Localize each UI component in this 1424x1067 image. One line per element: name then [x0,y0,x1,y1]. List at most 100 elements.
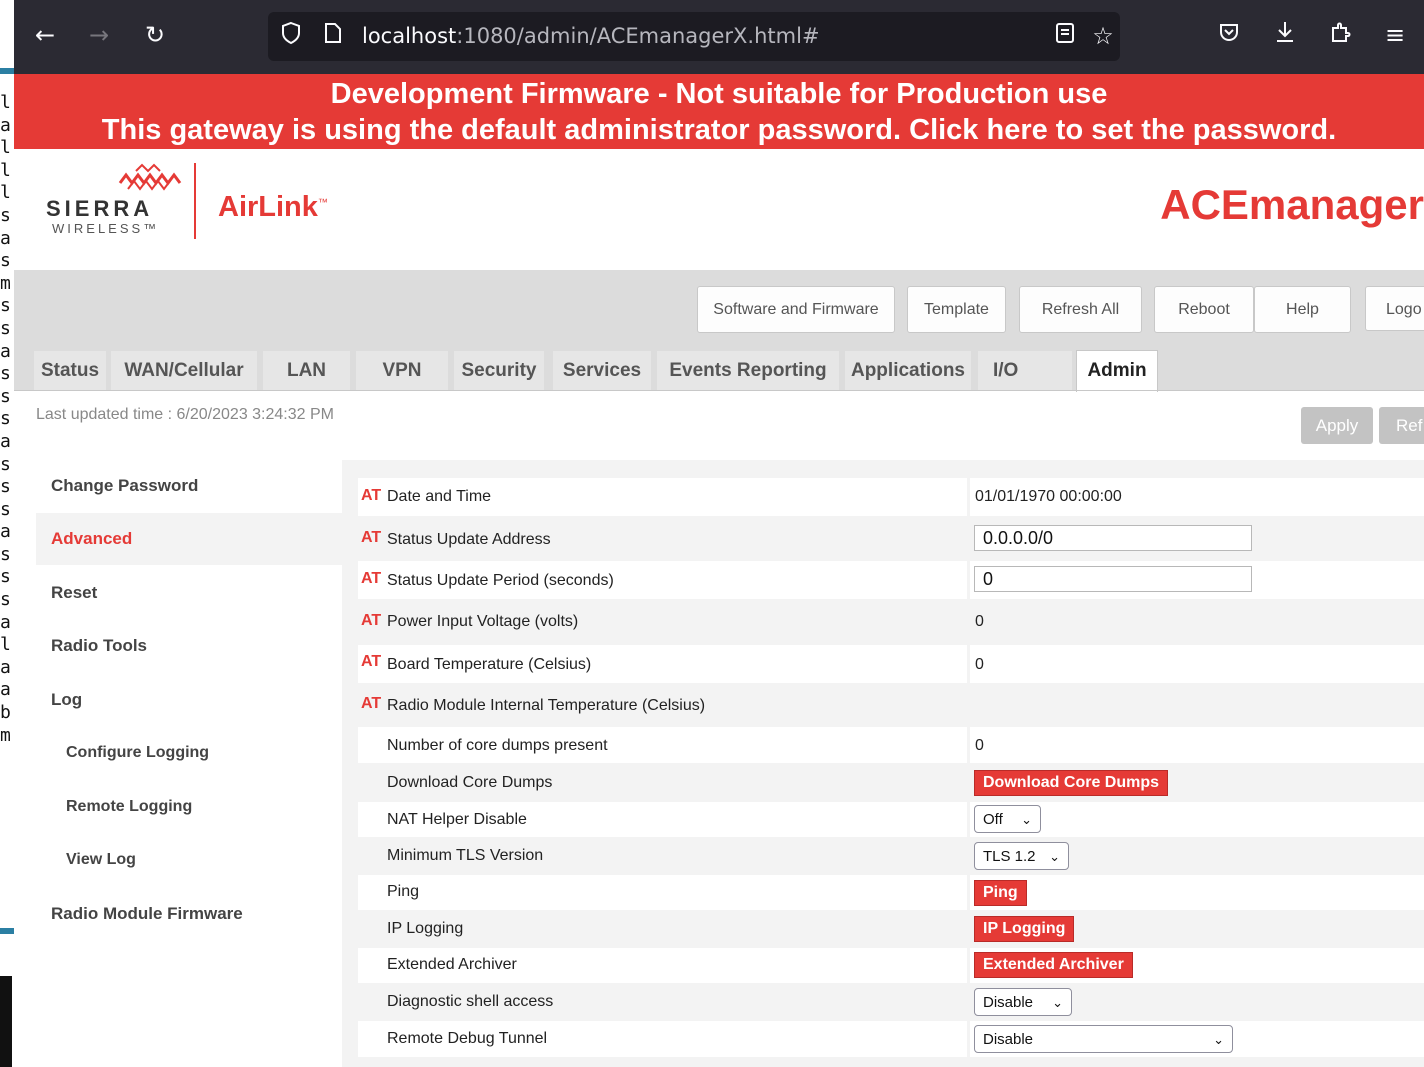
browser-toolbar: ← → ↻ localhost:1080/admin/ACEmanagerX.h… [14,0,1424,74]
logo-divider [194,163,196,239]
nat-helper-select[interactable]: Off ⌄ [974,805,1041,833]
help-button[interactable]: Help [1254,286,1351,333]
sierra-logo-text: SIERRA [46,196,154,221]
tab-applications[interactable]: Applications [845,351,971,391]
menu-reset[interactable]: Reset [36,567,342,619]
at-command-marker: AT [361,529,382,546]
label-date-time: Date and Time [387,488,492,505]
ip-logging-button[interactable]: IP Logging [974,916,1075,942]
label-diagnostic-shell: Diagnostic shell access [387,993,554,1010]
template-button[interactable]: Template [907,286,1006,333]
main-toolbar: Software and Firmware Template Refresh A… [14,270,1424,392]
tab-vpn[interactable]: VPN [356,351,448,391]
at-command-marker: AT [361,612,382,629]
tab-io[interactable]: I/O [978,351,1072,391]
airlink-logo-text: AirLink [218,191,318,223]
status-update-address-input[interactable] [974,525,1252,551]
sierra-wireless-logo-icon [118,163,182,191]
address-bar[interactable]: localhost:1080/admin/ACEmanagerX.html# ☆ [268,12,1120,61]
dev-firmware-warning: Development Firmware - Not suitable for … [330,78,1108,110]
tab-wan-cellular[interactable]: WAN/Cellular [111,351,257,391]
downloads-icon[interactable] [1270,20,1300,50]
remote-debug-tunnel-value: Disable [983,1031,1034,1048]
tab-admin[interactable]: Admin [1076,350,1158,392]
chevron-down-icon: ⌄ [1213,1032,1224,1047]
back-icon[interactable]: ← [30,20,60,50]
refresh-all-button[interactable]: Refresh All [1019,286,1142,333]
at-command-marker: AT [361,653,382,670]
warning-banner[interactable]: Development Firmware - Not suitable for … [14,74,1424,149]
tab-services[interactable]: Services [553,351,651,391]
value-board-temperature: 0 [975,656,984,673]
shield-icon[interactable] [276,21,306,51]
label-core-dumps-count: Number of core dumps present [387,737,608,754]
label-remote-debug-tunnel: Remote Debug Tunnel [387,1030,548,1047]
apply-button[interactable]: Apply [1301,407,1373,444]
diagnostic-shell-select[interactable]: Disable ⌄ [974,988,1072,1016]
at-command-marker: AT [361,570,382,587]
menu-log[interactable]: Log [36,674,342,726]
diagnostic-shell-value: Disable [983,994,1034,1011]
software-firmware-button[interactable]: Software and Firmware [697,286,895,333]
airlink-trademark: ™ [317,197,328,209]
remote-debug-tunnel-select[interactable]: Disable ⌄ [974,1025,1233,1053]
tab-status[interactable]: Status [34,351,106,391]
url-text[interactable]: localhost:1080/admin/ACEmanagerX.html# [362,24,820,48]
default-password-warning[interactable]: This gateway is using the default admini… [14,112,1424,149]
terminal-bar [0,928,14,934]
header-logos: SIERRA WIRELESS™ AirLink™ ACEmanager [14,149,1424,270]
menu-radio-tools[interactable]: Radio Tools [36,620,342,672]
logout-button[interactable]: Logo [1365,286,1424,331]
terminal-dark-area [0,976,12,1067]
terminal-text: l a l l l s a s m s s a s s s a s s s a … [0,92,11,746]
terminal-bar [0,68,14,74]
status-update-period-input[interactable] [974,566,1252,592]
reload-icon[interactable]: ↻ [140,20,170,50]
nat-helper-value: Off [983,811,1003,828]
at-command-marker: AT [361,695,382,712]
extended-archiver-button[interactable]: Extended Archiver [974,952,1133,978]
tab-lan[interactable]: LAN [263,351,350,391]
min-tls-select[interactable]: TLS 1.2 ⌄ [974,842,1069,870]
menu-radio-module-firmware[interactable]: Radio Module Firmware [36,888,342,940]
reader-view-icon[interactable] [1050,21,1080,51]
menu-advanced[interactable]: Advanced [36,513,342,565]
menu-remote-logging[interactable]: Remote Logging [36,781,342,833]
airlink-logo: AirLink™ [218,191,328,224]
label-status-update-period: Status Update Period (seconds) [387,572,614,589]
chevron-down-icon: ⌄ [1049,849,1060,864]
label-extended-archiver: Extended Archiver [387,956,517,973]
menu-view-log[interactable]: View Log [36,834,342,886]
label-radio-module-temperature: Radio Module Internal Temperature (Celsi… [387,697,706,714]
reboot-button[interactable]: Reboot [1154,286,1254,333]
pocket-icon[interactable] [1214,20,1244,50]
label-status-update-address: Status Update Address [387,531,551,548]
min-tls-value: TLS 1.2 [983,848,1036,865]
tab-underline [14,390,1424,391]
label-nat-helper: NAT Helper Disable [387,811,527,828]
url-path: :1080/admin/ACEmanagerX.html# [456,24,820,48]
bookmark-star-icon[interactable]: ☆ [1088,21,1118,51]
acemanager-logo: ACEmanager [1160,181,1424,228]
menu-icon[interactable]: ≡ [1380,20,1410,50]
label-power-input-voltage: Power Input Voltage (volts) [387,613,579,630]
menu-change-password[interactable]: Change Password [36,460,342,512]
value-power-input-voltage: 0 [975,613,984,630]
last-updated-time: Last updated time : 6/20/2023 3:24:32 PM [36,406,334,423]
forward-icon[interactable]: → [84,20,114,50]
ping-button[interactable]: Ping [974,880,1027,906]
value-date-time: 01/01/1970 00:00:00 [975,488,1122,505]
value-core-dumps-count: 0 [975,737,984,754]
menu-configure-logging[interactable]: Configure Logging [36,727,342,779]
label-board-temperature: Board Temperature (Celsius) [387,656,592,673]
label-ping: Ping [387,883,420,900]
tab-events-reporting[interactable]: Events Reporting [657,351,839,391]
background-terminal: l a l l l s a s m s s a s s s a s s s a … [0,0,14,1067]
refresh-button[interactable]: Ref [1379,407,1424,444]
chevron-down-icon: ⌄ [1021,812,1032,827]
tab-security[interactable]: Security [454,351,544,391]
extensions-icon[interactable] [1326,20,1356,50]
download-core-dumps-button[interactable]: Download Core Dumps [974,770,1169,796]
wireless-logo-text: WIRELESS™ [52,221,160,236]
url-host: localhost [362,24,457,48]
